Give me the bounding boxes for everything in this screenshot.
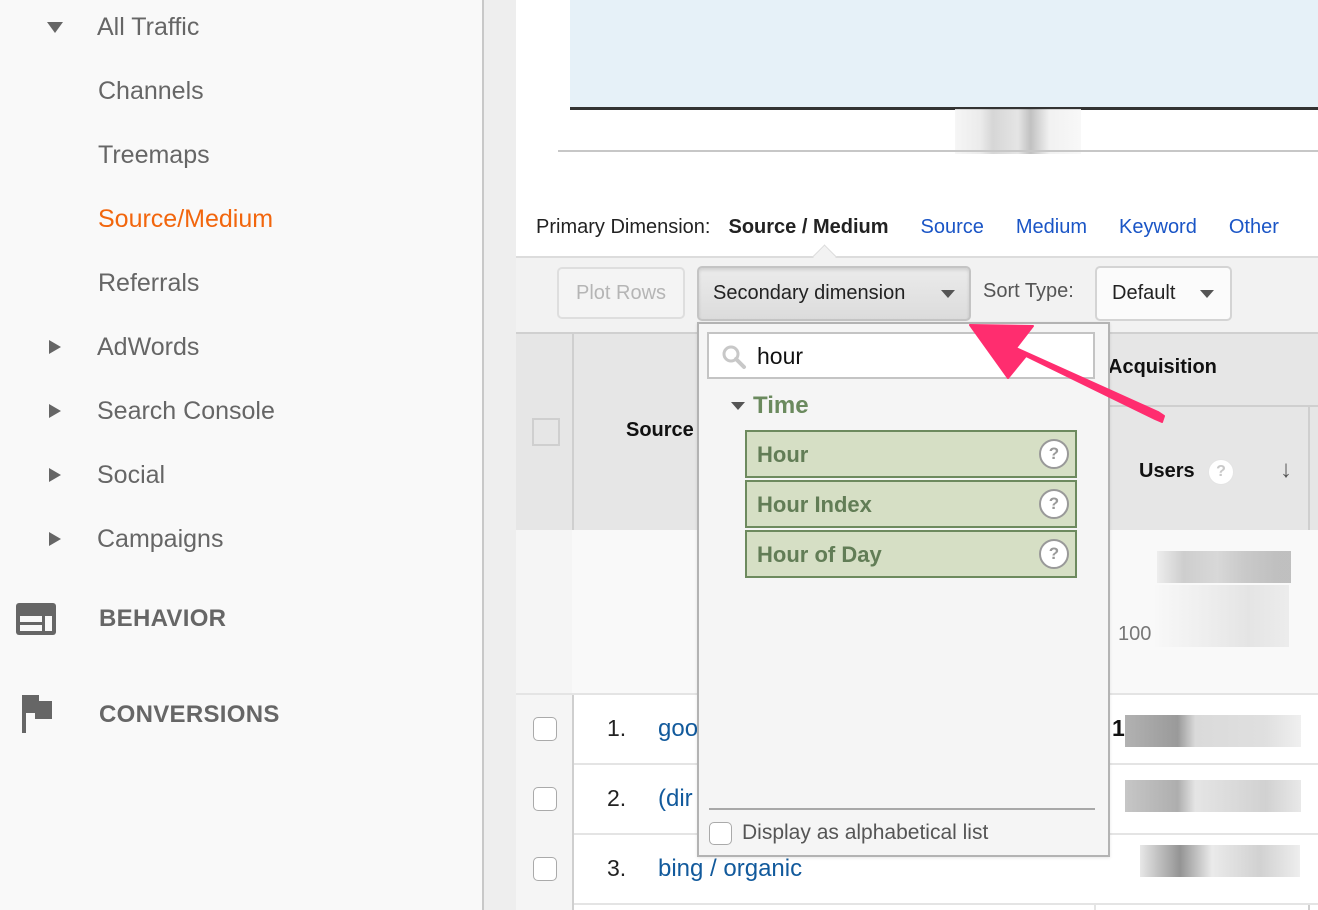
primary-dimension-bar: Primary Dimension: Source / Medium Sourc… [536,212,1311,242]
sidebar-item-label: AdWords [97,332,200,361]
sidebar-item-label: Search Console [97,396,275,425]
flag-icon [22,695,52,733]
dimension-option-label: Hour [757,442,809,467]
caret-right-icon [49,468,61,482]
sidebar-item-label: Referrals [98,268,200,297]
acquisition-group-header: Acquisition [1108,356,1217,378]
sidebar-section-label: CONVERSIONS [99,701,280,728]
dimension-search-box [707,332,1095,379]
sort-type-label: Sort Type: [983,280,1074,302]
dimension-option-hour[interactable]: Hour ? [745,430,1077,478]
caret-down-icon [47,22,63,33]
help-icon[interactable]: ? [1039,439,1069,469]
row-checkbox[interactable] [533,857,557,881]
alphabetical-list-checkbox[interactable] [709,821,732,845]
secondary-dimension-button[interactable]: Secondary dimension [697,266,971,321]
primary-dimension-medium-link[interactable]: Medium [1016,216,1087,239]
sort-descending-icon[interactable]: ↓ [1280,456,1292,484]
plot-rows-label: Plot Rows [575,281,667,304]
help-icon[interactable]: ? [1039,539,1069,569]
row-number: 3. [607,855,627,881]
dimension-group-label: Time [753,392,809,419]
alphabetical-list-label: Display as alphabetical list [742,821,989,844]
users-column-header[interactable]: Users [1139,460,1195,483]
sidebar-item-label: Channels [98,76,204,105]
acquisition-underline [1108,405,1318,407]
primary-dimension-label: Primary Dimension: [536,215,711,238]
dimension-option-label: Hour of Day [757,542,882,567]
content-gutter [484,0,516,910]
sidebar-nav: All Traffic Channels Treemaps Source/Med… [0,0,484,910]
behavior-layout-icon [16,603,56,635]
primary-dimension-source-link[interactable]: Source [921,216,984,239]
total-users-value: 100 [1118,623,1152,645]
sidebar-item-label: Campaigns [97,524,224,553]
dimension-option-label: Hour Index [757,492,872,517]
column-divider [572,695,574,910]
help-icon[interactable]: ? [1208,459,1234,485]
redacted-value [1155,585,1289,647]
primary-dimension-keyword-link[interactable]: Keyword [1119,216,1197,239]
chart-plot-area [570,0,1318,107]
dimension-option-hour-index[interactable]: Hour Index ? [745,480,1077,528]
redacted-value [1140,845,1300,877]
alphabetical-list-toggle[interactable]: Display as alphabetical list [709,821,988,845]
search-icon [722,345,746,369]
row-checkbox[interactable] [533,717,557,741]
redacted-value [1157,551,1291,583]
select-all-checkbox[interactable] [532,418,560,446]
plot-rows-button[interactable]: Plot Rows [557,267,685,319]
caret-right-icon [49,532,61,546]
dimension-search-input[interactable] [757,340,1077,372]
caret-right-icon [49,404,61,418]
caret-down-icon [731,402,745,410]
sort-type-select[interactable]: Default [1095,266,1232,321]
chart-divider [558,150,1318,152]
dimension-option-hour-of-day[interactable]: Hour of Day ? [745,530,1077,578]
row-users-value: 1 [1112,715,1125,741]
primary-dimension-other-link[interactable]: Other [1229,216,1279,239]
sort-type-value: Default [1112,282,1176,304]
sidebar-section-label: BEHAVIOR [99,605,227,632]
caret-right-icon [49,340,61,354]
help-icon[interactable]: ? [1039,489,1069,519]
chart-legend-redacted [955,109,1081,154]
chevron-down-icon [941,290,955,298]
redacted-value [1125,780,1301,812]
sidebar-item-label: Social [97,460,166,489]
row-number: 2. [607,785,627,811]
sidebar-item-label: Treemaps [98,140,210,169]
totals-row-gutter [516,530,572,693]
dimension-group-time[interactable]: Time [731,392,809,420]
redacted-value [1125,715,1301,747]
secondary-dimension-dropdown: Time Hour ? Hour Index ? Hour of Day ? D… [697,322,1110,857]
chevron-down-icon [1200,290,1214,298]
chart-baseline [570,107,1318,110]
secondary-dimension-label: Secondary dimension [713,282,906,304]
row-source-link[interactable]: (dir [658,785,693,813]
row-source-link[interactable]: goo [658,715,698,743]
sidebar-item-label: Source/Medium [98,204,274,233]
sidebar-item-label: All Traffic [97,12,200,41]
row-number: 1. [607,715,627,741]
primary-dimension-current: Source / Medium [728,215,889,238]
row-source-link[interactable]: bing / organic [658,855,802,883]
source-medium-column-header[interactable]: Source [626,419,694,442]
dropdown-separator [709,808,1095,810]
row-checkbox[interactable] [533,787,557,811]
